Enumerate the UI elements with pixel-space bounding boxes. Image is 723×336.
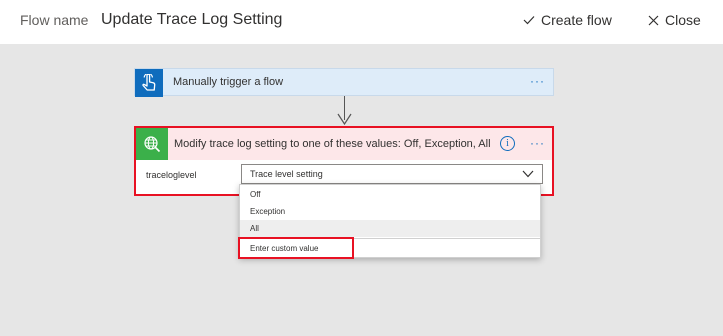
trace-level-select-value: Trace level setting [250, 169, 323, 179]
info-icon[interactable]: i [500, 136, 515, 151]
dropdown-option-all[interactable]: All [240, 220, 540, 237]
chevron-down-icon [522, 170, 534, 178]
action-title: Modify trace log setting to one of these… [174, 138, 491, 150]
close-button[interactable]: Close [648, 12, 701, 28]
arrow-down-icon [337, 113, 352, 125]
trace-level-select[interactable]: Trace level setting [241, 164, 543, 184]
flow-name-label: Flow name [20, 12, 89, 28]
enter-custom-value-option[interactable]: Enter custom value [240, 240, 540, 257]
create-flow-button[interactable]: Create flow [523, 12, 612, 28]
close-icon [648, 15, 659, 25]
flow-title-input[interactable]: Update Trace Log Setting [101, 11, 282, 29]
checkmark-icon [523, 16, 535, 25]
action-more-options-button[interactable]: ··· [530, 136, 545, 150]
trigger-more-options-button[interactable]: ··· [530, 74, 545, 88]
traceloglevel-label: traceloglevel [146, 170, 197, 180]
action-header[interactable]: Modify trace log setting to one of these… [136, 128, 552, 160]
hand-pointer-icon [135, 69, 163, 97]
trigger-card[interactable]: Manually trigger a flow ··· [134, 68, 554, 97]
dropdown-divider [240, 238, 540, 239]
trigger-label: Manually trigger a flow [173, 76, 284, 88]
trace-level-dropdown: Off Exception All Enter custom value [239, 184, 541, 258]
dropdown-option-off[interactable]: Off [240, 186, 540, 203]
close-label: Close [665, 12, 701, 28]
dropdown-option-exception[interactable]: Exception [240, 203, 540, 220]
create-flow-label: Create flow [541, 12, 612, 28]
globe-search-icon [136, 128, 168, 160]
top-bar: Flow name Update Trace Log Setting Creat… [0, 0, 723, 44]
